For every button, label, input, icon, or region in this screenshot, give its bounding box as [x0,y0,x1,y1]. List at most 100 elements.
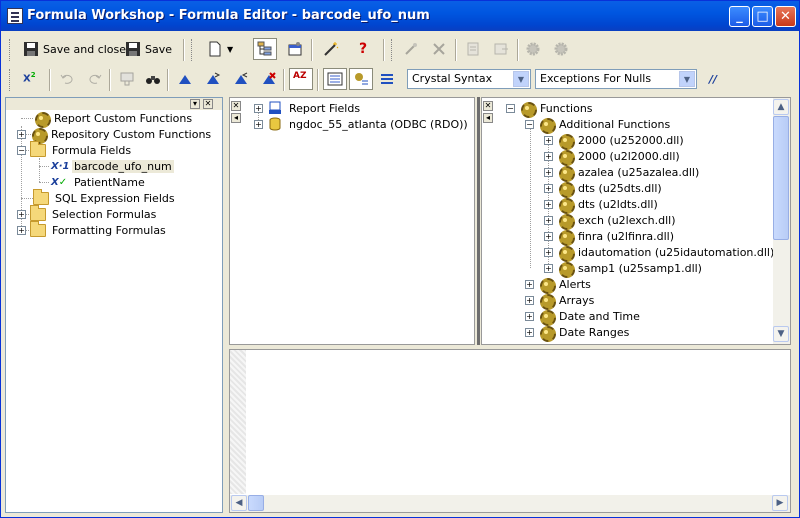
tree-item-barcode-ufo-num[interactable]: X·1 barcode_ufo_num [51,158,174,174]
collapse-icon[interactable]: − [525,119,534,129]
title-bar[interactable]: Formula Workshop - Formula Editor - barc… [1,1,799,31]
minimize-button[interactable]: _ [729,6,750,27]
functions-vertical-scrollbar[interactable]: ▲ ▼ [773,98,790,344]
use-repository-button[interactable] [489,38,513,60]
syntax-select[interactable]: Crystal Syntax ▼ [407,69,531,89]
expand-icon[interactable]: + [544,247,553,257]
close-icon[interactable]: ✕ [231,101,241,111]
close-button[interactable]: ✕ [775,6,796,27]
formula-expert-button[interactable] [319,38,343,60]
scroll-down-icon[interactable]: ▼ [773,326,789,342]
expand-icon[interactable]: + [544,135,553,145]
expand-icon[interactable]: + [254,119,263,129]
null-handling-select[interactable]: Exceptions For Nulls ▼ [535,69,697,89]
disconnect-function-button[interactable] [521,38,545,60]
maximize-button[interactable]: □ [752,6,773,27]
delete-button[interactable] [427,38,451,60]
next-bookmark-button[interactable] [201,68,225,90]
toolbar-grip[interactable] [391,39,394,61]
formula-text-editor[interactable]: ◀ ▶ [229,349,791,513]
add-to-repository-button[interactable] [461,38,485,60]
tree-item-formula-fields[interactable]: − Formula Fields [17,140,133,158]
scroll-left-icon[interactable]: ◂ [231,113,241,123]
expand-icon[interactable]: + [17,225,26,235]
expand-icon[interactable]: + [525,295,534,305]
tree-item-formatting-formulas[interactable]: + Formatting Formulas [17,220,168,238]
browse-data-button[interactable] [115,68,139,90]
tree-item-dll[interactable]: + finra (u2lfinra.dll) [544,228,676,246]
chevron-down-icon[interactable]: ▼ [679,71,695,87]
toggle-tree-button[interactable] [253,38,277,60]
dock-menu-icon[interactable]: ▾ [190,99,200,109]
tree-item-functions[interactable]: − Functions [506,100,595,118]
show-operators-tree-button[interactable] [375,68,399,90]
expand-icon[interactable]: + [544,167,553,177]
sort-trees-button[interactable]: AZ [289,68,313,90]
tree-item-dll[interactable]: + idautomation (u25idautomation.dll) [544,244,776,262]
tree-item-dll[interactable]: + dts (u25dts.dll) [544,180,664,198]
expand-icon[interactable]: + [544,183,553,193]
scrollbar-thumb[interactable] [248,495,264,511]
expand-icon[interactable]: + [544,231,553,241]
help-button[interactable]: ? [351,38,375,60]
previous-bookmark-button[interactable] [229,68,253,90]
expand-icon[interactable]: + [525,279,534,289]
tree-item-date-and-time[interactable]: + Date and Time [525,308,642,326]
tree-item-additional-functions[interactable]: − Additional Functions [525,116,672,134]
expand-icon[interactable]: + [525,327,534,337]
close-icon[interactable]: ✕ [483,101,493,111]
tree-item-arrays[interactable]: + Arrays [525,292,596,310]
tree-item-dll[interactable]: + dts (u2ldts.dll) [544,196,660,214]
close-icon[interactable]: ✕ [203,99,213,109]
tree-item-ngdoc-atlanta[interactable]: + ngdoc_55_atlanta (ODBC (RDO)) [254,116,470,132]
redo-button[interactable] [83,68,107,90]
show-fields-tree-button[interactable] [323,68,347,90]
scroll-left-icon[interactable]: ◂ [483,113,493,123]
tree-item-dll[interactable]: + samp1 (u25samp1.dll) [544,260,704,278]
expand-icon[interactable]: + [544,263,553,273]
save-button[interactable]: Save [121,38,176,60]
editor-horizontal-scrollbar[interactable]: ◀ ▶ [230,495,790,512]
tree-item-dll[interactable]: +2000 (u252000.dll) [544,132,686,150]
show-functions-tree-button[interactable] [349,68,373,90]
tree-item-report-fields[interactable]: + Report Fields [254,100,362,116]
toolbar-grip[interactable] [191,39,194,61]
tree-item-dll[interactable]: + azalea (u25azalea.dll) [544,164,701,182]
tree-item-sql-expression-fields[interactable]: SQL Expression Fields [33,188,177,206]
expand-icon[interactable]: + [544,151,553,161]
collapse-icon[interactable]: − [17,145,26,155]
new-formula-button[interactable]: ▼ [203,38,237,60]
expand-icon[interactable]: + [544,199,553,209]
scroll-right-icon[interactable]: ▶ [772,495,788,511]
expand-icon[interactable]: + [254,103,263,113]
scrollbar-thumb[interactable] [773,116,789,240]
toggle-bookmark-button[interactable] [173,68,197,90]
tree-item-patientname[interactable]: X✓ PatientName [51,174,147,190]
tree-item-alerts[interactable]: + Alerts [525,276,593,294]
toolbar-grip[interactable] [9,39,12,61]
tree-item-dll[interactable]: +2000 (u2l2000.dll) [544,148,682,166]
check-formula-button[interactable]: X2 [19,68,43,90]
comment-button[interactable]: // [705,68,721,90]
undo-button[interactable] [55,68,79,90]
scroll-up-icon[interactable]: ▲ [773,99,789,115]
expand-icon[interactable]: + [17,129,26,139]
save-and-close-button[interactable]: Save and close [19,38,130,60]
scroll-left-icon[interactable]: ◀ [231,495,247,511]
collapse-icon[interactable]: − [506,103,515,113]
find-button[interactable] [141,68,165,90]
tree-item-repository-custom-functions[interactable]: + Repository Custom Functions [17,126,213,144]
properties-button[interactable] [283,38,307,60]
tree-item-report-custom-functions[interactable]: Report Custom Functions [33,110,194,128]
tree-item-dll[interactable]: + exch (u2lexch.dll) [544,212,678,230]
dropdown-arrow-icon[interactable]: ▼ [227,45,233,54]
rename-button[interactable] [399,38,423,60]
disconnect-all-button[interactable] [549,38,573,60]
chevron-down-icon[interactable]: ▼ [513,71,529,87]
toolbar-grip[interactable] [9,69,12,91]
expand-icon[interactable]: + [544,215,553,225]
expand-icon[interactable]: + [525,311,534,321]
tree-splitter[interactable] [477,97,480,345]
clear-bookmarks-button[interactable] [257,68,281,90]
expand-icon[interactable]: + [17,209,26,219]
